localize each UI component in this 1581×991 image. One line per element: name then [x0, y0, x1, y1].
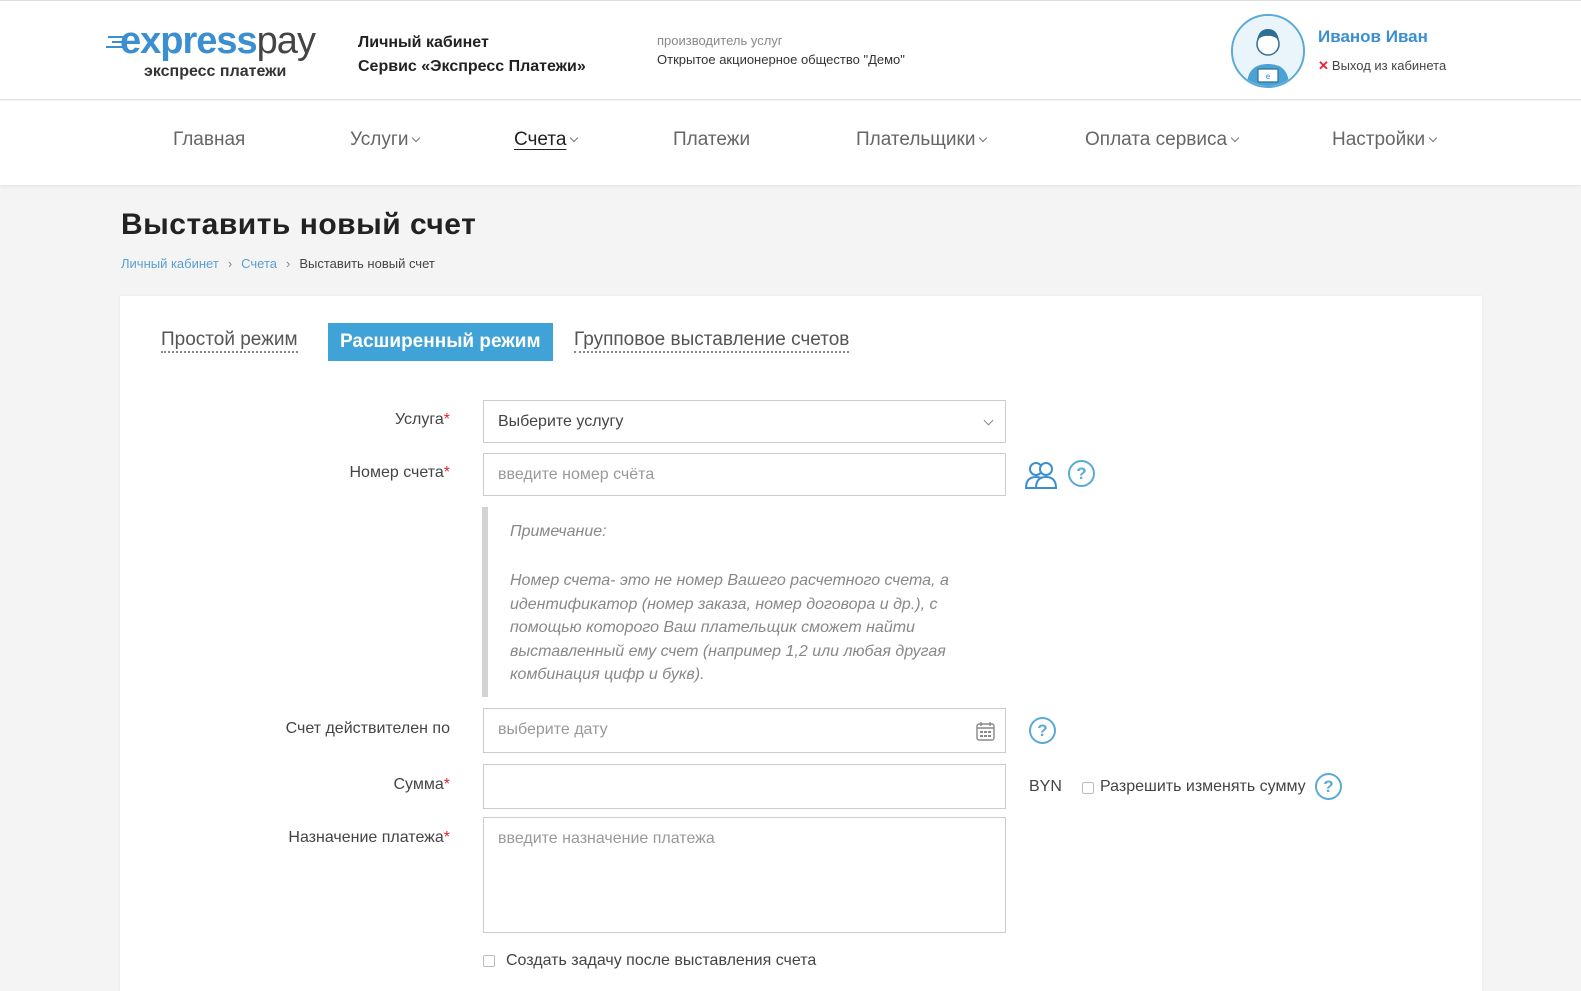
- account-label: Номер счета*: [349, 464, 451, 481]
- expresspay-logo[interactable]: expresspay экспресс платежи: [106, 19, 326, 85]
- provider-label: производитель услуг: [657, 33, 783, 48]
- breadcrumb-separator: ›: [227, 256, 233, 271]
- nav-item-settings[interactable]: Настройки: [1332, 129, 1438, 151]
- chevron-down-icon: [979, 133, 988, 143]
- help-icon[interactable]: ?: [1029, 717, 1056, 744]
- form-card: Простой режим Расширенный режим Группово…: [120, 296, 1482, 991]
- provider-name: Открытое акционерное общество "Демо": [657, 52, 905, 67]
- tab-advanced-mode[interactable]: Расширенный режим: [328, 323, 553, 361]
- nav-item-payers[interactable]: Плательщики: [856, 129, 988, 151]
- service-title: Сервис «Экспресс Платежи»: [358, 58, 586, 75]
- logo-wordmark: expresspay: [120, 20, 316, 62]
- top-header: expresspay экспресс платежи Личный кабин…: [0, 0, 1581, 100]
- valid-until-label: Счет действителен по: [285, 720, 450, 737]
- note-title: Примечание:: [510, 523, 607, 540]
- payers-list-icon[interactable]: [1024, 460, 1058, 490]
- main-nav: Главная Услуги Счета Платежи Плательщики…: [0, 101, 1581, 185]
- chevron-down-icon: [1230, 133, 1240, 143]
- provider-info: производитель услуг Открытое акционерное…: [657, 31, 905, 69]
- close-icon: ✕: [1318, 58, 1329, 73]
- help-icon[interactable]: ?: [1068, 460, 1095, 487]
- chevron-down-icon: [570, 133, 579, 143]
- cabinet-title: Личный кабинет Сервис «Экспресс Платежи»: [358, 31, 586, 79]
- service-label: Услуга*: [394, 411, 450, 428]
- breadcrumb: Личный кабинет › Счета › Выставить новый сче…: [121, 256, 435, 271]
- nav-item-services[interactable]: Услуги: [350, 129, 421, 151]
- payment-purpose-label: Назначение платежа*: [288, 829, 450, 846]
- tab-simple-mode[interactable]: Простой режим: [161, 329, 298, 353]
- svg-text:e: e: [1266, 72, 1271, 81]
- chevron-down-icon: [983, 415, 994, 426]
- account-number-placeholder: введите номер счёта: [498, 466, 655, 483]
- page-title: Выставить новый счет: [121, 208, 477, 241]
- amount-input[interactable]: [483, 764, 1006, 809]
- calendar-icon[interactable]: [976, 721, 995, 741]
- breadcrumb-separator: ›: [286, 256, 291, 271]
- avatar[interactable]: e: [1231, 14, 1305, 88]
- account-number-input[interactable]: введите номер счёта: [483, 453, 1006, 496]
- nav-item-home[interactable]: Главная: [173, 129, 245, 151]
- chevron-down-icon: [412, 133, 421, 143]
- service-select-value: Выберите услугу: [498, 413, 624, 430]
- tab-group-invoicing[interactable]: Групповое выставление счетов: [574, 329, 850, 353]
- allow-change-amount-checkbox[interactable]: [1082, 782, 1094, 794]
- create-task-label[interactable]: Создать задачу после выставления счета: [506, 952, 816, 970]
- nav-item-invoices[interactable]: Счета: [514, 129, 579, 151]
- valid-until-placeholder: выберите дату: [498, 721, 608, 738]
- service-select[interactable]: Выберите услугу: [483, 400, 1006, 443]
- currency-label: BYN: [1029, 778, 1062, 795]
- amount-label: Сумма*: [393, 776, 450, 793]
- create-task-checkbox[interactable]: [483, 955, 495, 967]
- logout-link[interactable]: ✕ Выход из кабинета: [1318, 58, 1446, 74]
- help-icon[interactable]: ?: [1315, 773, 1342, 800]
- breadcrumb-cabinet[interactable]: Личный кабинет: [121, 256, 219, 271]
- user-name-link[interactable]: Иванов Иван: [1318, 27, 1428, 47]
- valid-until-date-input[interactable]: выберите дату: [483, 708, 1006, 753]
- breadcrumb-invoices[interactable]: Счета: [241, 256, 277, 271]
- account-note: Примечание: Номер счета- это не номер Ва…: [482, 507, 982, 697]
- breadcrumb-current: Выставить новый счет: [299, 256, 435, 271]
- note-text: Номер счета- это не номер Вашего расчетн…: [510, 572, 949, 683]
- cabinet-title-line1: Личный кабинет: [358, 34, 489, 51]
- payment-purpose-textarea[interactable]: введите назначение платежа: [483, 817, 1006, 933]
- user-avatar-icon: e: [1233, 16, 1303, 86]
- nav-item-payments[interactable]: Платежи: [673, 129, 750, 151]
- allow-change-amount-label[interactable]: Разрешить изменять сумму: [1100, 778, 1306, 796]
- chevron-down-icon: [1428, 133, 1438, 143]
- nav-item-service-payment[interactable]: Оплата сервиса: [1085, 129, 1240, 151]
- logo-subtitle: экспресс платежи: [144, 63, 287, 80]
- payment-purpose-placeholder: введите назначение платежа: [498, 830, 715, 847]
